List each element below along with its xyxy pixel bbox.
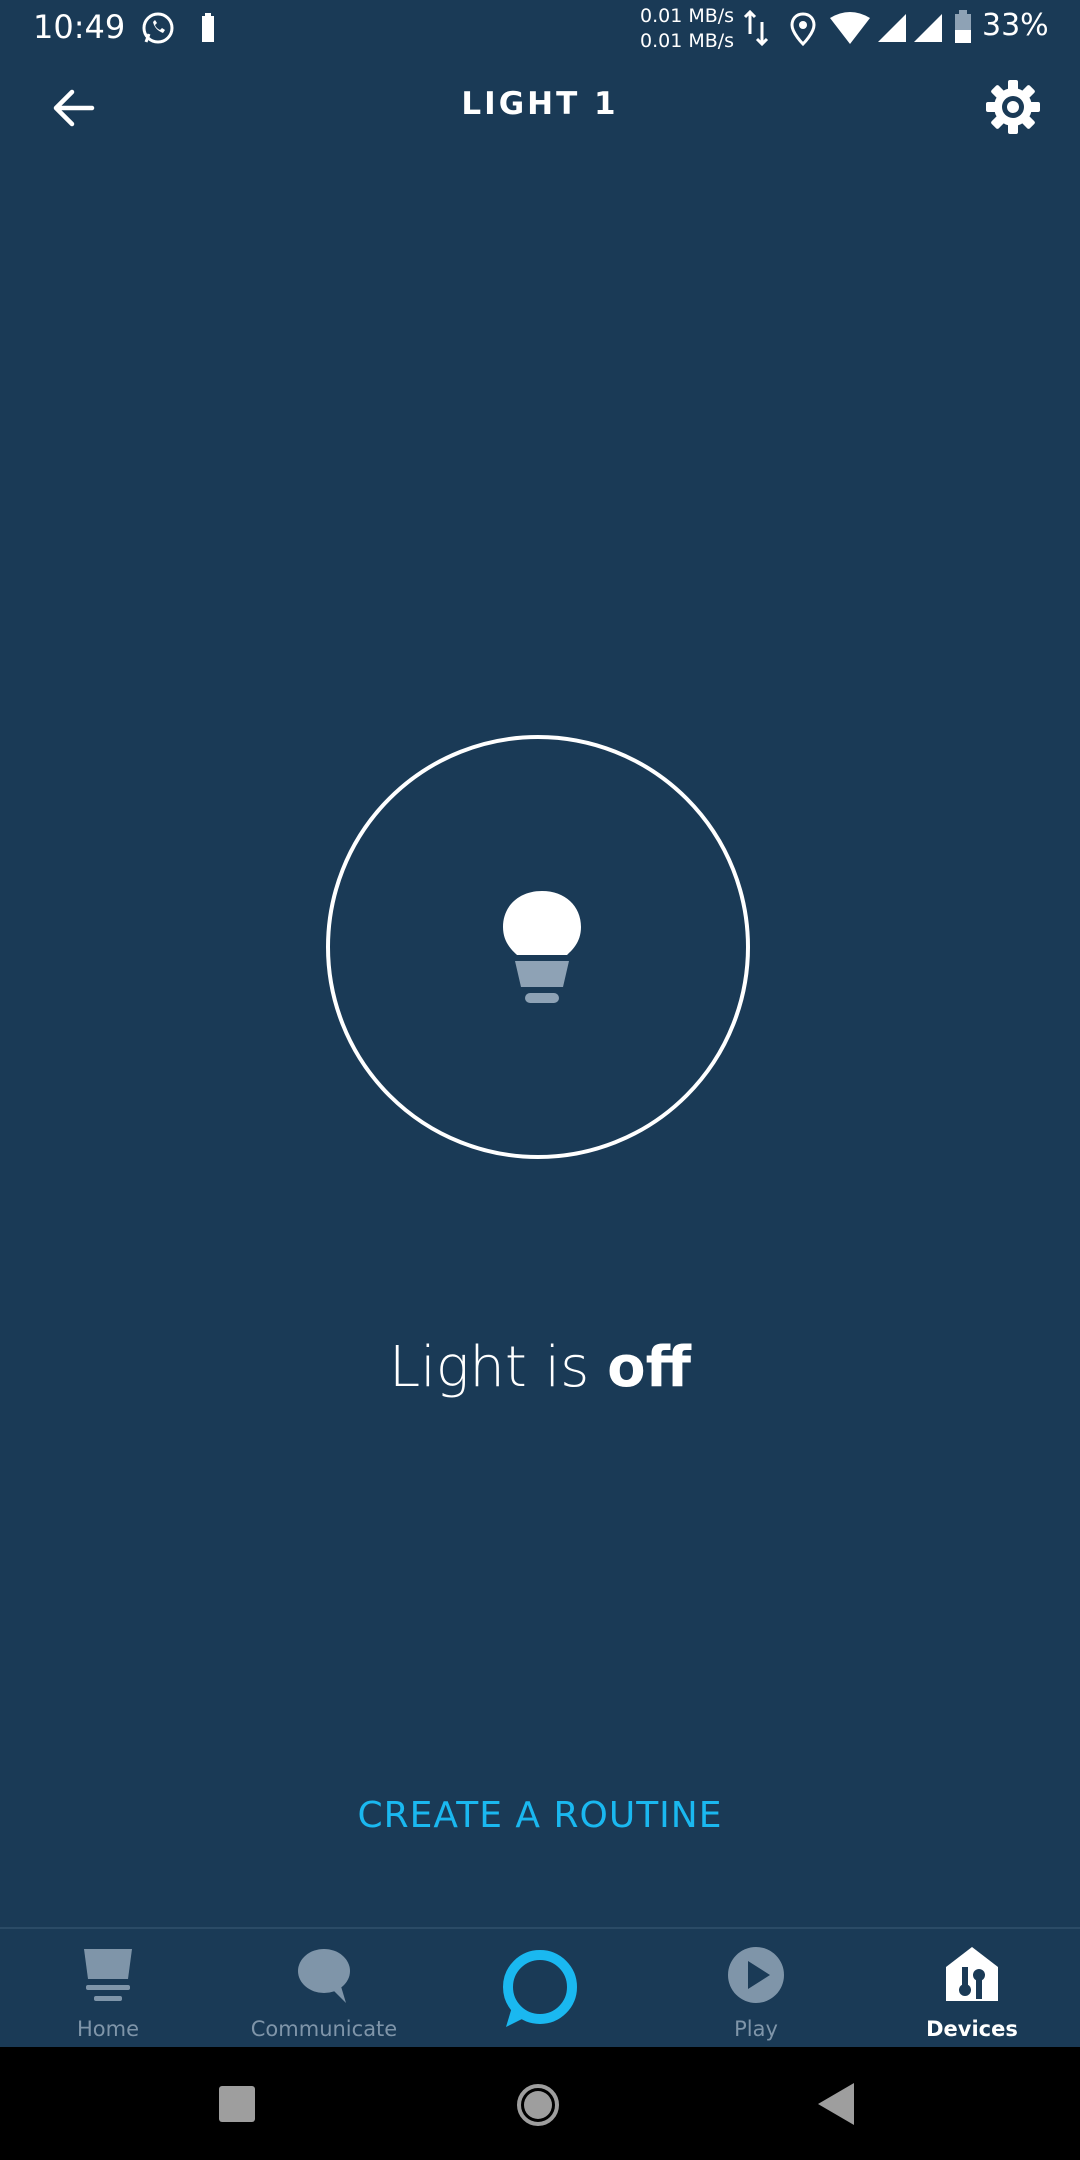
page-title: LIGHT 1 <box>461 86 619 122</box>
power-toggle-button[interactable] <box>326 735 750 1159</box>
nav-label-communicate: Communicate <box>250 2017 398 2041</box>
whatsapp-icon <box>142 12 174 44</box>
speech-bubble-icon <box>298 1949 350 2003</box>
devices-icon <box>946 1947 998 2001</box>
cell-signal-icon <box>878 14 906 42</box>
network-speed-up: 0.01 MB/s <box>640 5 735 27</box>
back-triangle-icon[interactable] <box>818 2083 854 2125</box>
home-icon <box>84 1949 132 2001</box>
alexa-ring-icon[interactable] <box>498 1947 582 2031</box>
device-status-value: off <box>607 1335 691 1400</box>
battery-saver-icon <box>202 13 214 42</box>
nav-label-home: Home <box>76 2017 139 2041</box>
battery-percent: 33% <box>982 8 1049 43</box>
status-bar: 10:49 0.01 MB/s 0.01 MB/s 33% <box>0 0 1080 56</box>
nav-label-devices: Devices <box>926 2017 1018 2041</box>
light-bulb-icon <box>503 891 581 1003</box>
location-icon <box>790 12 816 46</box>
cell-signal-icon-2 <box>914 14 942 42</box>
create-routine-link[interactable]: CREATE A ROUTINE <box>0 1795 1080 1836</box>
device-status-text: Light is off <box>0 1335 1080 1400</box>
nav-item-devices[interactable]: Devices <box>872 1929 1072 2049</box>
play-icon <box>728 1947 784 2003</box>
nav-item-play[interactable]: Play <box>656 1929 856 2049</box>
status-time: 10:49 <box>33 8 126 46</box>
network-speed-down: 0.01 MB/s <box>640 30 735 52</box>
bottom-navigation: Home Communicate Play Devices <box>0 1927 1080 2049</box>
home-circle-icon[interactable] <box>516 2083 560 2127</box>
data-transfer-icon <box>743 9 769 47</box>
nav-label-play: Play <box>734 2017 778 2041</box>
header: LIGHT 1 <box>0 56 1080 156</box>
network-speed: 0.01 MB/s 0.01 MB/s <box>640 4 734 54</box>
gear-icon[interactable] <box>984 78 1042 136</box>
battery-icon <box>955 10 971 43</box>
nav-item-home[interactable]: Home <box>8 1929 208 2049</box>
recents-icon[interactable] <box>219 2086 255 2122</box>
device-status-prefix: Light is <box>389 1335 608 1400</box>
wifi-icon <box>830 12 870 44</box>
system-navigation-bar <box>0 2047 1080 2160</box>
nav-item-communicate[interactable]: Communicate <box>224 1929 424 2049</box>
